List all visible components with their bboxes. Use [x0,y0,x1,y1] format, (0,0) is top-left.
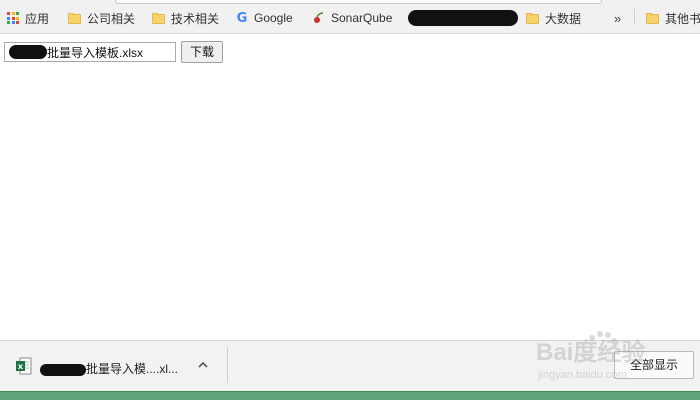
folder-icon [152,12,165,24]
download-shelf: x 批量导入模....xl... 全部显示 [0,340,700,392]
excel-svg: x [16,357,32,375]
download-file-name: 批量导入模....xl... [40,360,178,377]
excel-file-icon: x [16,357,32,375]
apps-dot [16,21,19,24]
bookmark-apps[interactable]: 应用 [7,9,49,27]
shelf-divider [227,347,228,383]
bookmark-tech[interactable]: 技术相关 [152,9,219,27]
redacted-text [9,45,47,59]
file-name-text: 批量导入模板.xlsx [47,46,144,60]
redacted-text [40,363,86,376]
apps-dot [16,12,19,15]
sonarqube-icon [313,12,325,24]
bookmarks-overflow-button[interactable]: » [614,9,621,27]
chevron-up-svg [198,361,208,368]
google-icon: G [236,10,248,26]
show-all-button[interactable]: 全部显示 [614,351,694,379]
apps-dot [7,16,10,20]
bookmarks-divider [634,9,635,25]
bookmark-bigdata[interactable]: 大数据 [526,9,581,27]
apps-dot [7,21,10,24]
bookmark-label: 其他书 [665,11,700,26]
download-file-name-text: 批量导入模....xl... [86,362,179,376]
download-item[interactable]: x 批量导入模....xl... [0,341,226,392]
apps-dot [11,21,15,24]
apps-dot [7,12,10,15]
apps-dot [11,12,15,15]
apps-grid-icon [7,12,19,24]
folder-icon [646,12,659,24]
sonarqube-svg [314,12,324,23]
bookmarks-bar: 应用 公司相关 技术相关 G Google SonarQube 大数据 » 其他… [0,0,700,34]
bookmark-label: 技术相关 [171,11,220,26]
bookmark-label: 大数据 [545,11,582,26]
chevron-up-icon[interactable] [195,357,211,373]
apps-dot [11,16,15,20]
bookmark-company[interactable]: 公司相关 [68,9,135,27]
redacted-bookmark[interactable] [408,10,518,26]
bookmark-sonarqube[interactable]: SonarQube [313,9,392,27]
bookmark-google[interactable]: G Google [236,9,293,27]
bookmark-other[interactable]: 其他书 [646,9,700,27]
folder-icon [68,12,81,24]
apps-dot [16,16,19,20]
svg-text:x: x [18,362,24,371]
bookmark-label: 公司相关 [87,11,136,26]
taskbar-strip [0,391,700,400]
double-chevron-icon: » [614,10,621,26]
folder-icon [526,12,539,24]
download-button[interactable]: 下载 [181,41,223,63]
file-name-field[interactable]: 批量导入模板.xlsx [4,42,176,62]
bookmark-apps-label: 应用 [25,11,50,26]
bookmark-label: Google [254,11,293,25]
address-bar-edge[interactable] [115,0,602,4]
bookmark-label: SonarQube [331,11,393,25]
